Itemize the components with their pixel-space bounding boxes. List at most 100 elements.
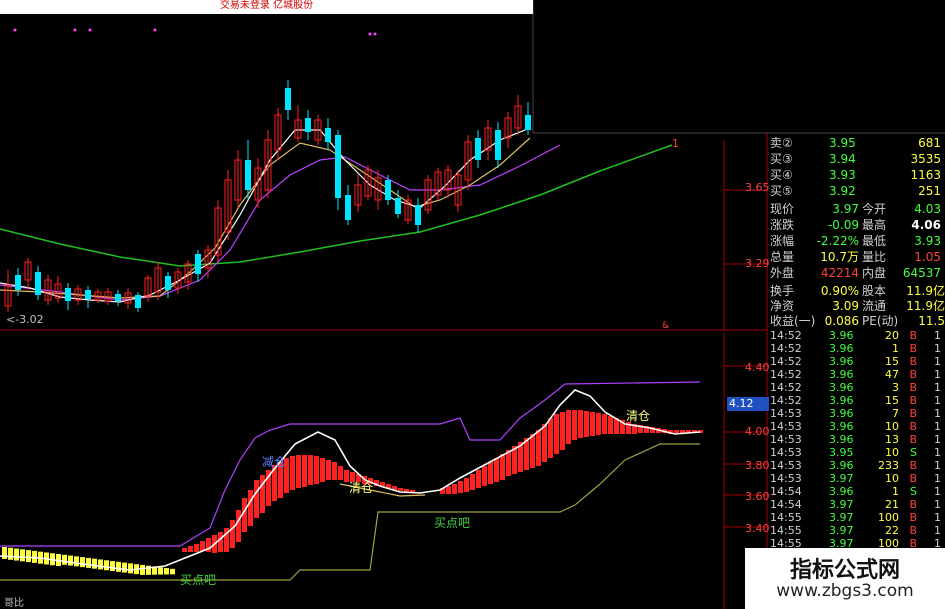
tick-volume: 15 (885, 355, 899, 368)
stat-value: 11.5 (918, 314, 945, 328)
tick-volume: 21 (885, 498, 899, 511)
tick-row: 14:55 3.97 100 B 1 (767, 511, 945, 524)
indicator-bar-red (458, 481, 463, 493)
tick-volume: 15 (885, 394, 899, 407)
order-level-label: 买④ (770, 168, 793, 182)
tick-row: 14:52 3.96 3 B 1 (767, 381, 945, 394)
indicator-bar-red (554, 414, 559, 454)
tick-volume: 13 (885, 433, 899, 446)
candle-body (475, 138, 481, 160)
stat-row: 涨跌 -0.09 最高 4.06 (767, 217, 945, 233)
indicator-bar-yellow (80, 557, 85, 568)
main-price-label: 3.29 (745, 257, 770, 270)
low-price-marker: <-3.02 (6, 313, 44, 326)
indicator-bar-red (596, 413, 601, 435)
stat-value: 3.09 (832, 299, 859, 313)
tick-count: 1 (934, 498, 941, 511)
tick-side: B (909, 407, 917, 420)
tick-side: B (909, 472, 917, 485)
top-marker-dot (88, 28, 92, 32)
indicator-bar-red (566, 410, 571, 444)
stat-label: 最低 (862, 234, 887, 248)
indicator-bar-red (476, 470, 481, 488)
tick-time: 14:55 (770, 511, 802, 524)
indicator-bar-yellow (74, 556, 79, 567)
signal-label-clear: 清仓 (349, 481, 374, 495)
tick-volume: 100 (878, 511, 899, 524)
indicator-bar-yellow (68, 555, 73, 566)
indicator-bar-red (530, 434, 535, 468)
candle-body (35, 272, 41, 295)
candle-body (525, 115, 531, 130)
stat-label: 最高 (862, 218, 887, 232)
tick-row: 14:53 3.95 10 S 1 (767, 446, 945, 459)
indicator-bar-red (236, 510, 241, 542)
tick-price: 3.97 (829, 472, 854, 485)
candle-body (325, 128, 331, 142)
indicator-bar-red (248, 490, 253, 526)
tick-count: 1 (934, 459, 941, 472)
indicator-bar-yellow (98, 559, 103, 570)
candle-body (495, 130, 501, 160)
tick-volume: 233 (878, 459, 899, 472)
indicator-bar-red (398, 488, 403, 491)
stat-row: 收益(一) 0.086 PE(动) 11.5 (767, 313, 945, 329)
tick-count: 1 (934, 394, 941, 407)
indicator-bar-yellow (110, 561, 115, 572)
tick-row: 14:53 3.96 13 B 1 (767, 433, 945, 446)
tick-side: B (909, 524, 917, 537)
indicator-bar-red (446, 486, 451, 494)
tick-row: 14:52 3.96 15 B 1 (767, 355, 945, 368)
signal-label-buy: 买点吧 (434, 516, 471, 530)
stat-row: 外盘 42214 内盘 64537 (767, 265, 945, 281)
stat-value: 4.03 (914, 202, 941, 216)
tick-side: B (909, 459, 917, 472)
indicator-bar-yellow (128, 563, 133, 574)
tick-price: 3.97 (829, 498, 854, 511)
tick-side: B (909, 329, 917, 342)
tick-time: 14:52 (770, 342, 802, 355)
indicator-bar-red (308, 455, 313, 485)
stat-value: 42214 (820, 266, 859, 280)
tick-row: 14:53 3.96 10 B 1 (767, 420, 945, 433)
stat-label: 涨跌 (770, 218, 795, 232)
tick-price: 3.97 (829, 524, 854, 537)
tick-time: 14:55 (770, 524, 802, 537)
candle-body (165, 276, 171, 290)
tick-count: 1 (934, 368, 941, 381)
indicator-bar-yellow (2, 547, 7, 559)
tick-volume: 7 (892, 407, 899, 420)
stat-row: 净资 3.09 流通 11.9亿 (767, 298, 945, 314)
tick-time: 14:53 (770, 433, 802, 446)
tick-time: 14:54 (770, 498, 802, 511)
stat-value: -0.09 (827, 218, 859, 232)
tick-row: 14:55 3.97 22 B 1 (767, 524, 945, 537)
order-level-price: 3.93 (829, 168, 856, 182)
tick-row: 14:53 3.96 7 B 1 (767, 407, 945, 420)
indicator-bar-yellow (20, 549, 25, 562)
stat-label: 净资 (770, 299, 795, 313)
indicator-price-label: 4.00 (745, 425, 770, 438)
indicator-price-label: 3.40 (745, 522, 770, 535)
stat-row: 现价 3.97 今开 4.03 (767, 201, 945, 217)
tick-price: 3.96 (829, 368, 854, 381)
order-book-row: 卖② 3.95 681 (767, 135, 945, 151)
candle-body (135, 295, 141, 308)
indicator-bar-yellow (8, 547, 13, 560)
stat-value: 4.06 (911, 218, 941, 232)
stat-label: 外盘 (770, 266, 795, 280)
stat-label: 涨幅 (770, 234, 795, 248)
indicator-bar-red (482, 466, 487, 486)
indicator-bar-red (320, 458, 325, 482)
tick-price: 3.96 (829, 407, 854, 420)
quote-panel: 卖② 3.95 681 买③ 3.94 3535 买④ 3.93 1163 买⑤ 3.92 251 现… (767, 133, 945, 609)
tick-price: 3.96 (829, 381, 854, 394)
top-marker-dot (153, 28, 157, 32)
order-level-price: 3.95 (829, 136, 856, 150)
stat-value: 11.9亿 (906, 284, 945, 298)
order-level-volume: 1163 (910, 168, 941, 182)
stat-label: 股本 (862, 284, 887, 298)
candle-body (65, 288, 71, 301)
indicator-bar-red (302, 455, 307, 487)
indicator-current-price-box: 4.12 (727, 397, 769, 411)
